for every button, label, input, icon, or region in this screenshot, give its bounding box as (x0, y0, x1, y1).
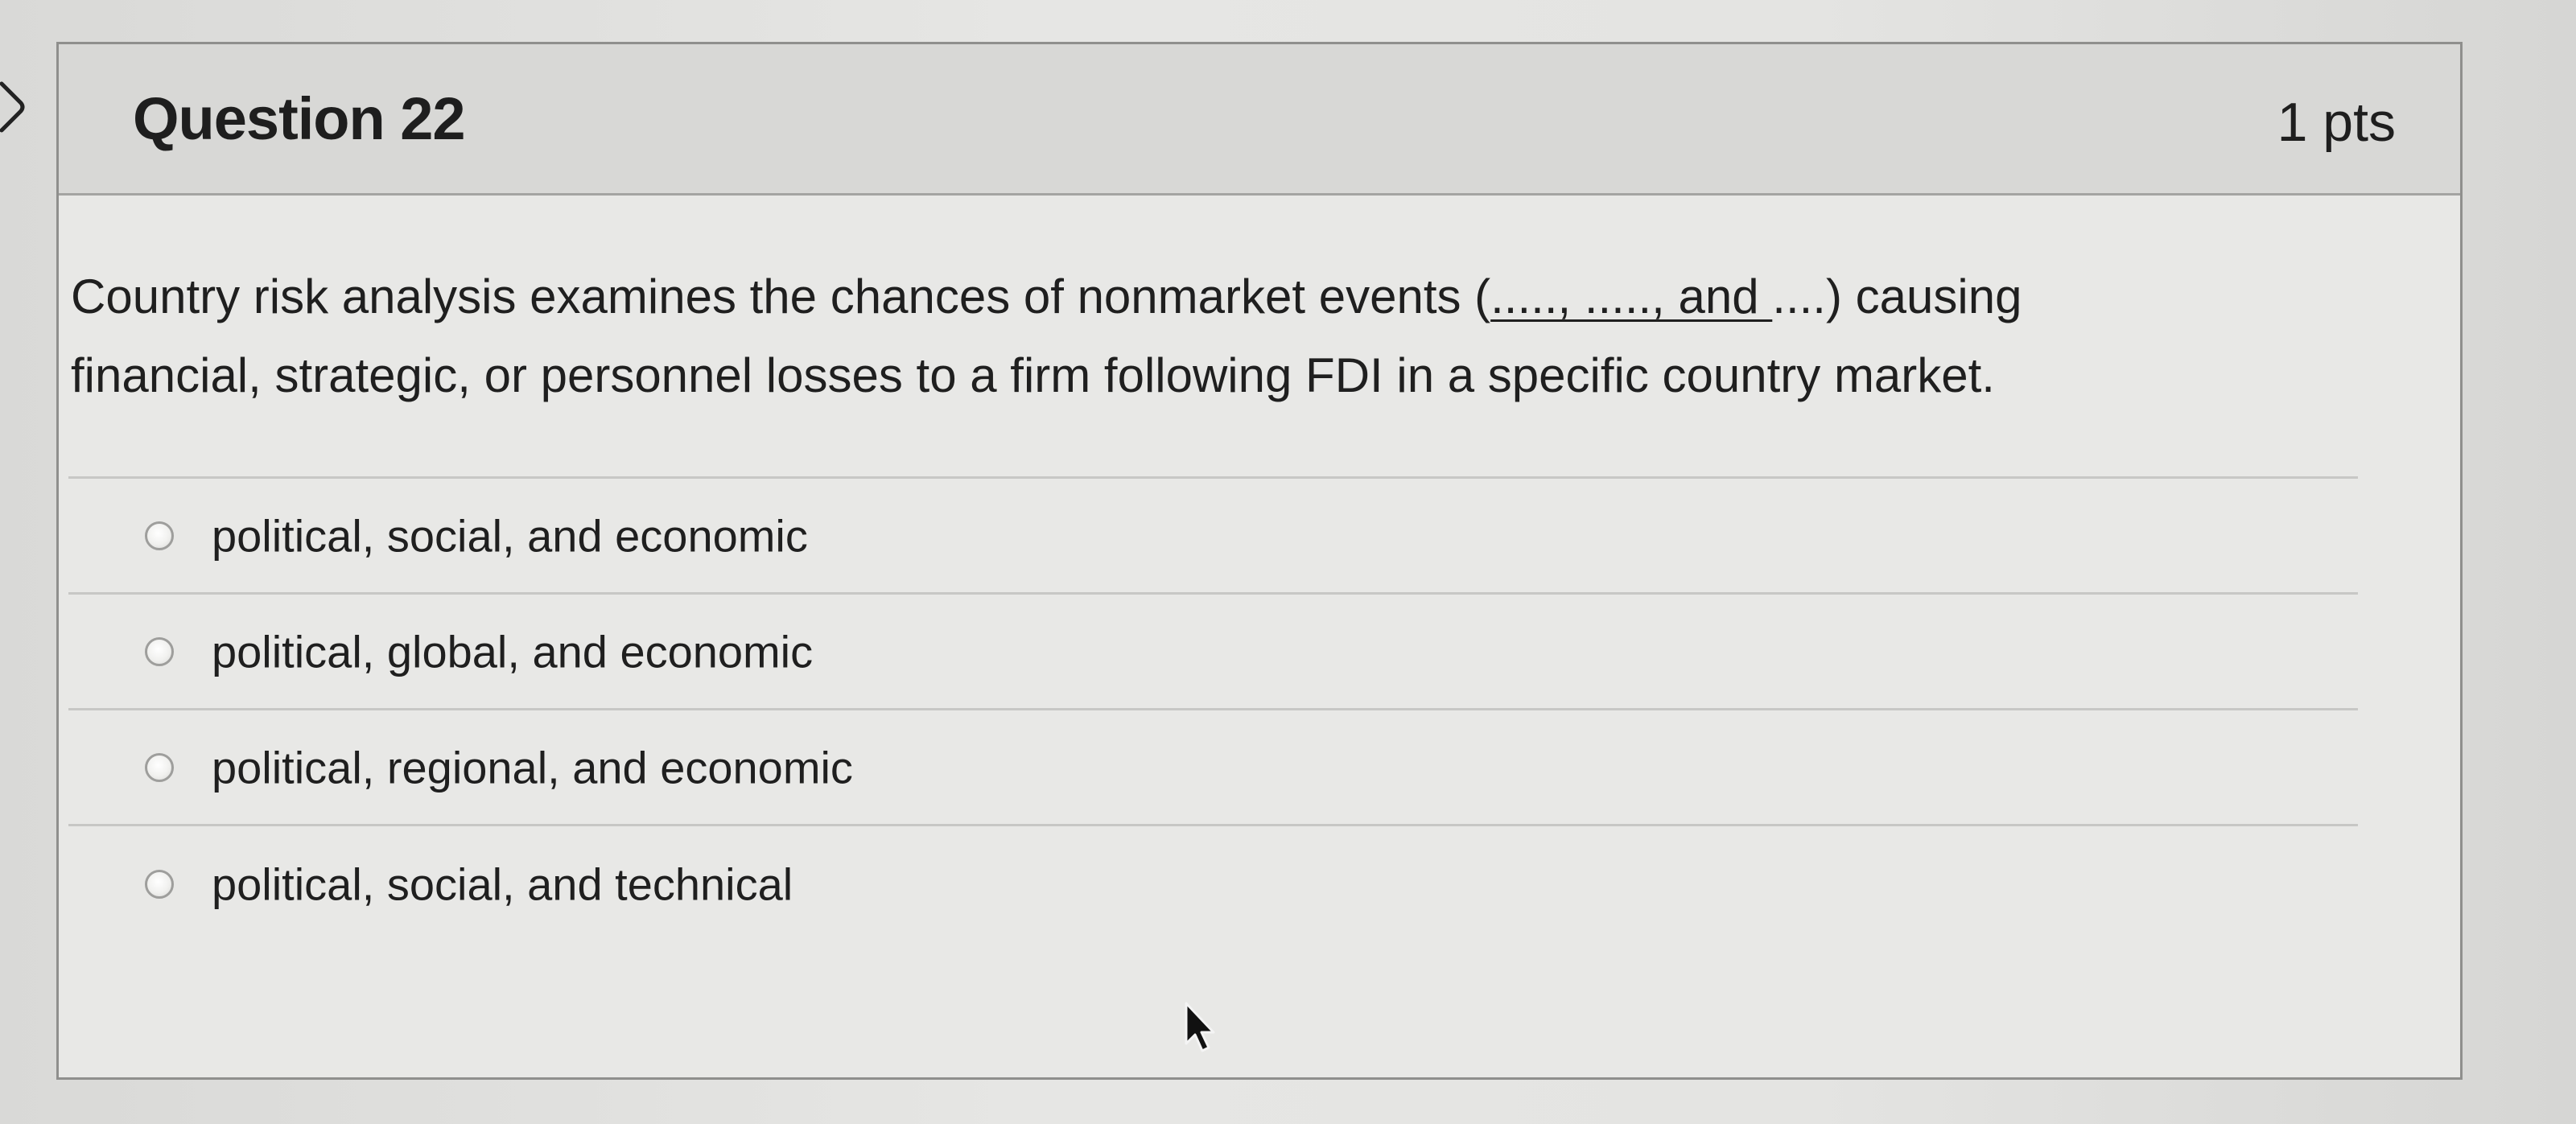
radio-button[interactable] (145, 521, 174, 550)
question-text: Country risk analysis examines the chanc… (71, 257, 2324, 415)
answer-label: political, social, and technical (212, 858, 793, 910)
question-points: 1 pts (2277, 92, 2396, 153)
question-text-line-1: Country risk analysis examines the chanc… (71, 257, 2324, 336)
answer-label: political, social, and economic (212, 510, 808, 561)
radio-button[interactable] (145, 636, 174, 666)
question-text-line-2: financial, strategic, or personnel losse… (71, 348, 1995, 402)
answer-option-4[interactable]: political, social, and technical (68, 826, 2358, 942)
answer-label: political, global, and economic (212, 626, 814, 677)
question-header: Question 22 1 pts (59, 44, 2460, 196)
chevron-right-icon (0, 81, 25, 133)
question-text-before: Country risk analysis examines the chanc… (71, 270, 1491, 323)
answer-label: political, regional, and economic (212, 742, 853, 793)
radio-button[interactable] (145, 870, 174, 899)
question-title: Question 22 (133, 85, 466, 152)
question-text-blanks: ....., ....., and (1490, 270, 1773, 323)
answer-option-1[interactable]: political, social, and economic (68, 479, 2358, 595)
answer-option-3[interactable]: political, regional, and economic (68, 710, 2358, 826)
collapse-toggle[interactable] (0, 79, 32, 135)
answer-option-2[interactable]: political, global, and economic (68, 595, 2358, 710)
mouse-pointer-icon (1185, 1002, 1215, 1052)
radio-button[interactable] (145, 752, 174, 782)
question-text-after: ....) causing (1772, 270, 2022, 323)
answer-list: political, social, and economic politica… (68, 476, 2358, 942)
